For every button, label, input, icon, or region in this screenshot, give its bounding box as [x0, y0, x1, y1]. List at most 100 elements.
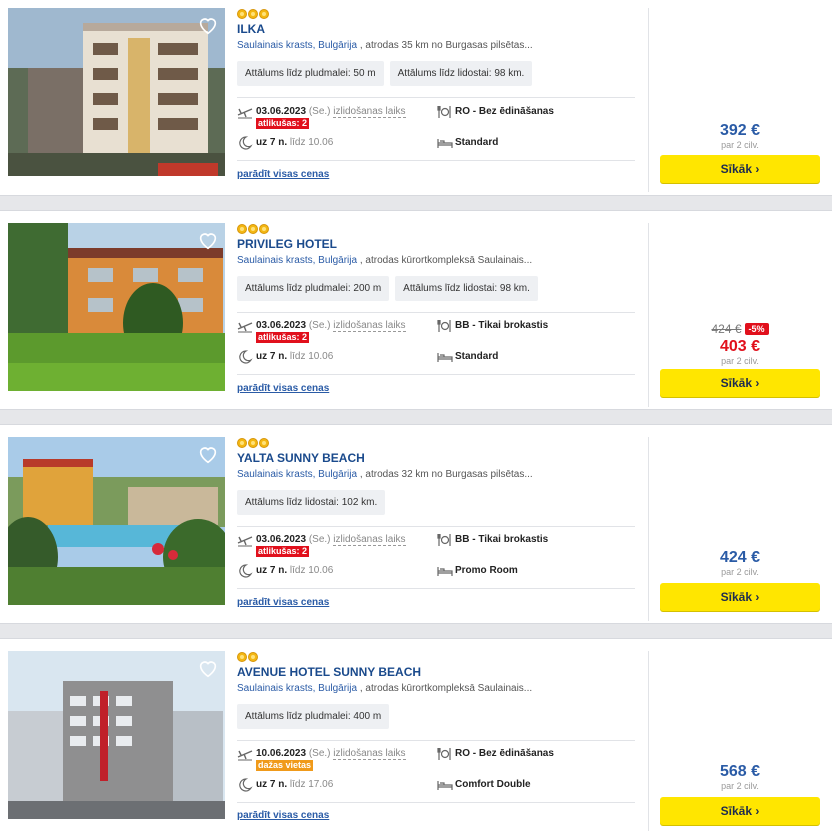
favorite-heart-icon[interactable]	[197, 229, 219, 251]
price-box: 392 € par 2 cilv.	[660, 122, 820, 151]
favorite-heart-icon[interactable]	[197, 443, 219, 465]
beach-distance-chip: Attālums līdz pludmalei: 200 m	[237, 276, 390, 301]
bed-icon	[437, 567, 453, 576]
price-box: 424 € -5% 403 € par 2 cilv.	[660, 320, 820, 367]
meal-plan: BB - Tikai brokastis	[455, 320, 549, 331]
meal-icon	[437, 534, 451, 546]
stay-duration: uz 7 n. līdz 17.06	[256, 779, 334, 790]
departure-time-link[interactable]: izlidošanas laiks	[333, 534, 406, 546]
stay-duration: uz 7 n. līdz 10.06	[256, 351, 334, 362]
show-all-prices-link[interactable]: parādīt visas cenas	[237, 810, 329, 821]
hotel-stars	[237, 224, 269, 234]
hotel-name[interactable]: ILKA	[237, 22, 265, 36]
column-divider	[648, 8, 649, 192]
divider	[237, 588, 635, 589]
hotel-card: AVENUE HOTEL SUNNY BEACH Saulainais kras…	[0, 638, 832, 831]
location-link[interactable]: Saulainais krasts, Bulgārija	[237, 469, 358, 480]
hotel-name[interactable]: YALTA SUNNY BEACH	[237, 451, 365, 465]
room-type: Comfort Double	[455, 779, 531, 790]
hotel-name[interactable]: AVENUE HOTEL SUNNY BEACH	[237, 665, 421, 679]
price-per-label: par 2 cilv.	[721, 781, 759, 791]
column-divider	[648, 651, 649, 831]
details-button[interactable]: Sīkāk ›	[660, 583, 820, 611]
room-type: Standard	[455, 351, 499, 362]
hotel-photo[interactable]	[8, 8, 225, 176]
location-link[interactable]: Saulainais krasts, Bulgārija	[237, 683, 358, 694]
hotel-photo-image	[8, 651, 225, 819]
plane-icon	[237, 108, 253, 119]
availability-badge: atlikušas: 2	[256, 546, 310, 557]
hotel-stars	[237, 9, 269, 19]
hotel-location: Saulainais krasts, Bulgārija , atrodas 3…	[237, 40, 635, 51]
duration-row: uz 7 n. līdz 10.06 Standard	[237, 136, 635, 166]
departure-date: 03.06.2023 (Se.) izlidošanas laiks	[256, 106, 406, 118]
meal-icon	[437, 748, 451, 760]
bed-icon	[437, 781, 453, 790]
hotel-location: Saulainais krasts, Bulgārija , atrodas 3…	[237, 469, 635, 480]
details-button[interactable]: Sīkāk ›	[660, 369, 820, 397]
hotel-stars	[237, 438, 269, 448]
duration-row: uz 7 n. līdz 17.06 Comfort Double	[237, 778, 635, 808]
departure-row: 10.06.2023 (Se.) izlidošanas laiks dažas…	[237, 747, 635, 777]
show-all-prices-link[interactable]: parādīt visas cenas	[237, 169, 329, 180]
favorite-heart-icon[interactable]	[197, 14, 219, 36]
availability-badge: atlikušas: 2	[256, 118, 310, 129]
location-link[interactable]: Saulainais krasts, Bulgārija	[237, 40, 358, 51]
bed-icon	[437, 139, 453, 148]
show-all-prices-link[interactable]: parādīt visas cenas	[237, 597, 329, 608]
hotel-card: PRIVILEG HOTEL Saulainais krasts, Bulgār…	[0, 210, 832, 410]
hotel-photo[interactable]	[8, 651, 225, 819]
details-button[interactable]: Sīkāk ›	[660, 155, 820, 183]
hotel-location: Saulainais krasts, Bulgārija , atrodas k…	[237, 683, 635, 694]
divider	[237, 802, 635, 803]
departure-time-link[interactable]: izlidošanas laiks	[333, 748, 406, 760]
favorite-heart-icon[interactable]	[197, 657, 219, 679]
meal-icon	[437, 106, 451, 118]
moon-icon	[239, 564, 253, 578]
show-all-prices-link[interactable]: parādīt visas cenas	[237, 383, 329, 394]
beach-distance-chip: Attālums līdz pludmalei: 400 m	[237, 704, 390, 729]
hotel-photo-image	[8, 437, 225, 605]
hotel-stars	[237, 652, 258, 662]
meal-icon	[437, 320, 451, 332]
beach-distance-chip: Attālums līdz pludmalei: 50 m	[237, 61, 384, 86]
distance-chips: Attālums līdz lidostai: 102 km.	[237, 490, 386, 515]
departure-time-link[interactable]: izlidošanas laiks	[333, 106, 406, 118]
location-description: , atrodas 32 km no Burgasas pilsētas...	[357, 469, 533, 480]
duration-row: uz 7 n. līdz 10.06 Promo Room	[237, 564, 635, 594]
price-per-label: par 2 cilv.	[721, 140, 759, 150]
hotel-photo-image	[8, 223, 225, 391]
divider	[237, 312, 635, 313]
airport-distance-chip: Attālums līdz lidostai: 98 km.	[395, 276, 538, 301]
departure-row: 03.06.2023 (Se.) izlidošanas laiks atlik…	[237, 319, 635, 349]
bed-icon	[437, 353, 453, 362]
hotel-price: 403 €	[719, 338, 761, 355]
moon-icon	[239, 350, 253, 364]
duration-row: uz 7 n. līdz 10.06 Standard	[237, 350, 635, 380]
plane-icon	[237, 536, 253, 547]
divider	[237, 740, 635, 741]
location-link[interactable]: Saulainais krasts, Bulgārija	[237, 255, 358, 266]
departure-date: 03.06.2023 (Se.) izlidošanas laiks	[256, 534, 406, 546]
meal-plan: RO - Bez ēdināšanas	[455, 106, 554, 117]
moon-icon	[239, 778, 253, 792]
room-type: Promo Room	[455, 565, 518, 576]
hotel-price: 392 €	[719, 122, 761, 139]
hotel-photo-image	[8, 8, 225, 176]
airport-distance-chip: Attālums līdz lidostai: 102 km.	[237, 490, 386, 515]
divider	[237, 374, 635, 375]
distance-chips: Attālums līdz pludmalei: 50 m Attālums l…	[237, 61, 533, 86]
hotel-photo[interactable]	[8, 437, 225, 605]
details-button[interactable]: Sīkāk ›	[660, 797, 820, 825]
hotel-location: Saulainais krasts, Bulgārija , atrodas k…	[237, 255, 635, 266]
hotel-name[interactable]: PRIVILEG HOTEL	[237, 237, 337, 251]
availability-badge: atlikušas: 2	[256, 332, 310, 343]
discount-badge: -5%	[744, 323, 769, 335]
departure-time-link[interactable]: izlidošanas laiks	[333, 320, 406, 332]
hotel-card: ILKA Saulainais krasts, Bulgārija , atro…	[0, 0, 832, 196]
availability-badge: dažas vietas	[256, 760, 314, 771]
column-divider	[648, 437, 649, 621]
room-type: Standard	[455, 137, 499, 148]
hotel-photo[interactable]	[8, 223, 225, 391]
price-box: 568 € par 2 cilv.	[660, 763, 820, 792]
